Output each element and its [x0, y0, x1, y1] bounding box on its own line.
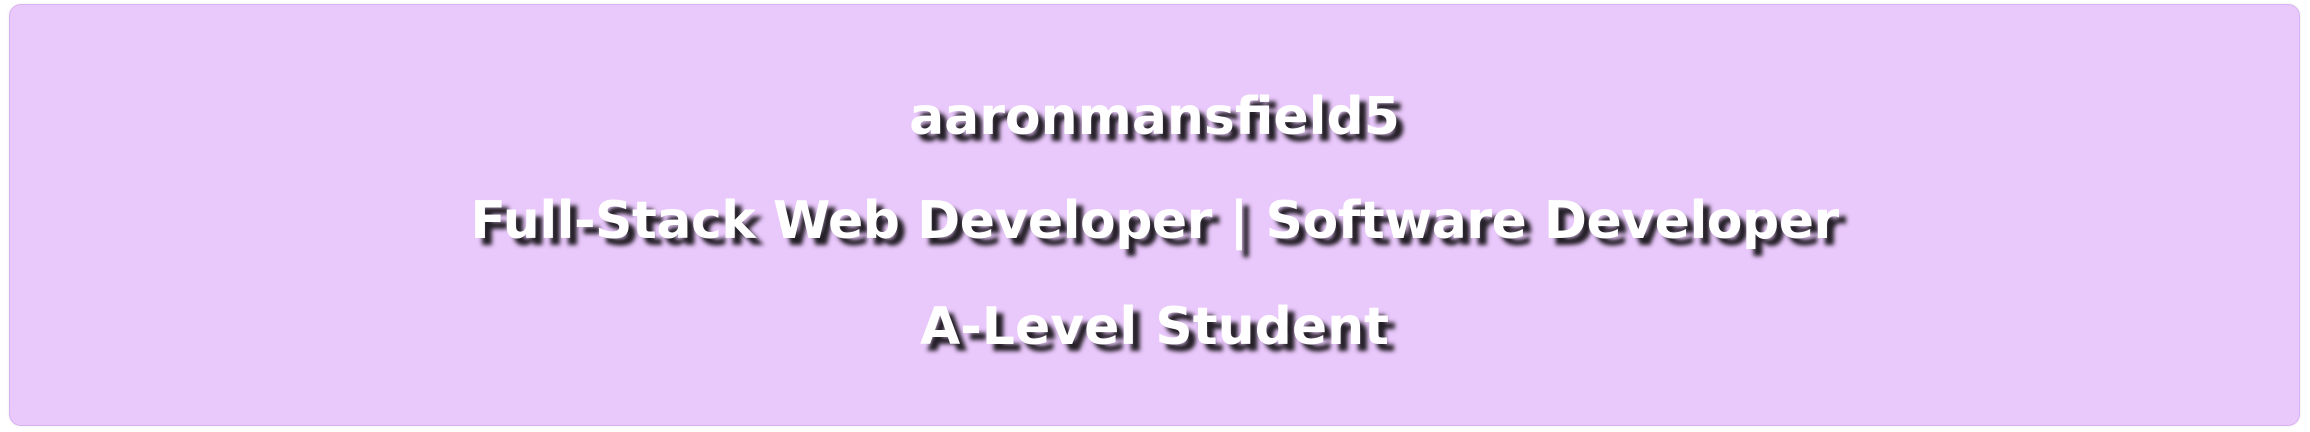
profile-banner: aaronmansfield5 Full-Stack Web Developer… — [9, 4, 2300, 426]
username-heading: aaronmansfield5 — [909, 87, 1400, 147]
status-line: A-Level Student — [919, 297, 1389, 357]
role-line: Full-Stack Web Developer | Software Deve… — [470, 191, 1839, 251]
